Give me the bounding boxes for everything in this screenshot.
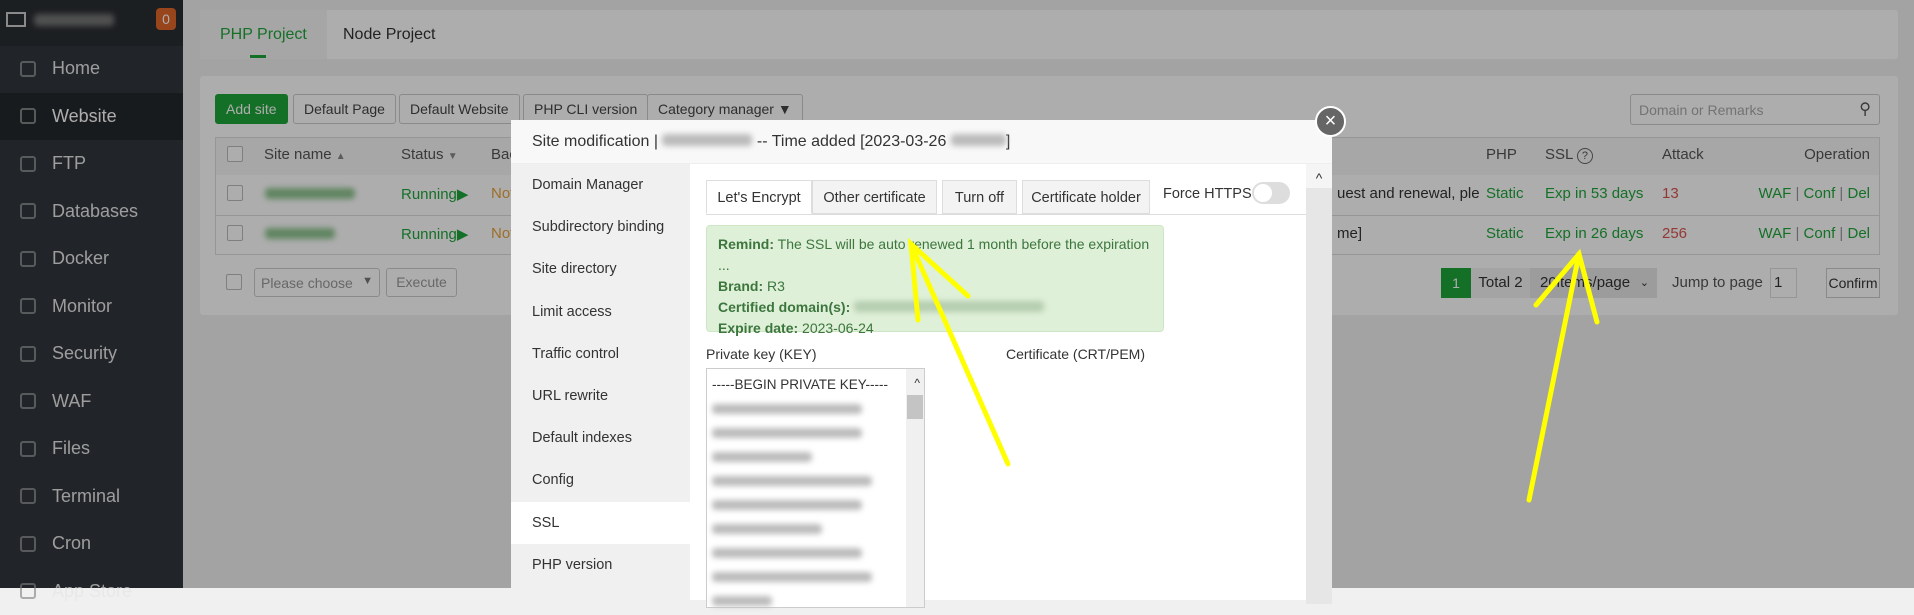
- annotation-arrows: [907, 237, 1600, 503]
- arrow-1-shaft: [908, 241, 1011, 467]
- key-line-blurred: [712, 589, 924, 613]
- arrow-2-shaft: [1526, 251, 1582, 503]
